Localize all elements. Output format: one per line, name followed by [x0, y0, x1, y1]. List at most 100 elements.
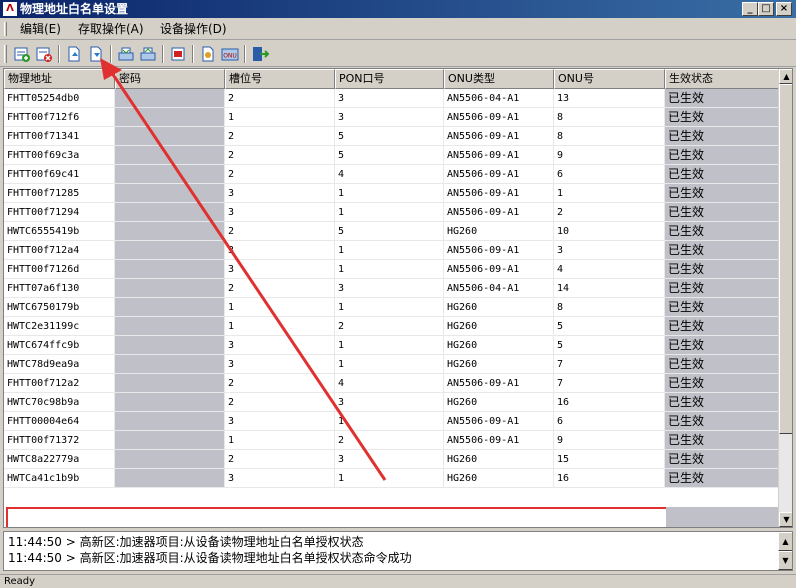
- table-row[interactable]: HWTC6555419b 2 5 HG260 10 已生效: [4, 222, 779, 241]
- scroll-down-button[interactable]: ▼: [779, 512, 792, 527]
- table-cell[interactable]: 5: [335, 127, 444, 146]
- table-cell[interactable]: 已生效: [665, 317, 779, 336]
- new-row-input[interactable]: [8, 509, 666, 527]
- table-cell[interactable]: AN5506-04-A1: [444, 279, 554, 298]
- table-cell[interactable]: 3: [335, 450, 444, 469]
- table-cell[interactable]: 已生效: [665, 222, 779, 241]
- column-header[interactable]: 槽位号: [225, 69, 335, 89]
- table-cell[interactable]: 1: [335, 241, 444, 260]
- table-cell[interactable]: [115, 165, 225, 184]
- table-cell[interactable]: HG260: [444, 355, 554, 374]
- table-row[interactable]: FHTT00f71372 1 2 AN5506-09-A1 9 已生效: [4, 431, 779, 450]
- table-cell[interactable]: 8: [554, 298, 665, 317]
- table-cell[interactable]: [115, 298, 225, 317]
- table-cell[interactable]: 2: [225, 127, 335, 146]
- table-cell[interactable]: 16: [554, 393, 665, 412]
- table-cell[interactable]: 4: [335, 374, 444, 393]
- table-cell[interactable]: AN5506-09-A1: [444, 241, 554, 260]
- table-cell[interactable]: 已生效: [665, 279, 779, 298]
- table-cell[interactable]: 4: [335, 165, 444, 184]
- table-cell[interactable]: 9: [554, 431, 665, 450]
- table-cell[interactable]: 1: [335, 355, 444, 374]
- table-cell[interactable]: HWTCa41c1b9b: [4, 469, 115, 488]
- table-cell[interactable]: [115, 450, 225, 469]
- table-cell[interactable]: [115, 374, 225, 393]
- table-cell[interactable]: 3: [225, 203, 335, 222]
- table-row[interactable]: HWTC78d9ea9a 3 1 HG260 7 已生效: [4, 355, 779, 374]
- table-cell[interactable]: HWTC2e31199c: [4, 317, 115, 336]
- table-row[interactable]: FHTT00004e64 3 1 AN5506-09-A1 6 已生效: [4, 412, 779, 431]
- table-cell[interactable]: HG260: [444, 336, 554, 355]
- table-row[interactable]: FHTT00f71341 2 5 AN5506-09-A1 8 已生效: [4, 127, 779, 146]
- table-cell[interactable]: [115, 89, 225, 108]
- table-cell[interactable]: 3: [225, 355, 335, 374]
- table-cell[interactable]: 3: [335, 108, 444, 127]
- table-cell[interactable]: FHTT00f69c41: [4, 165, 115, 184]
- table-cell[interactable]: HG260: [444, 469, 554, 488]
- table-cell[interactable]: [115, 184, 225, 203]
- table-cell[interactable]: 5: [335, 222, 444, 241]
- table-cell[interactable]: 3: [335, 279, 444, 298]
- table-cell[interactable]: 2: [225, 374, 335, 393]
- table-cell[interactable]: HWTC6555419b: [4, 222, 115, 241]
- table-cell[interactable]: 2: [225, 279, 335, 298]
- table-cell[interactable]: 1: [335, 203, 444, 222]
- table-cell[interactable]: 8: [554, 127, 665, 146]
- table-cell[interactable]: AN5506-09-A1: [444, 165, 554, 184]
- table-cell[interactable]: AN5506-09-A1: [444, 260, 554, 279]
- table-cell[interactable]: 3: [554, 241, 665, 260]
- table-cell[interactable]: [115, 203, 225, 222]
- table-row[interactable]: FHTT00f71294 3 1 AN5506-09-A1 2 已生效: [4, 203, 779, 222]
- table-cell[interactable]: 2: [225, 165, 335, 184]
- close-button[interactable]: ×: [776, 2, 792, 16]
- column-header[interactable]: 密码: [115, 69, 225, 89]
- table-cell[interactable]: HG260: [444, 393, 554, 412]
- table-cell[interactable]: 已生效: [665, 355, 779, 374]
- whitelist-grid[interactable]: 物理地址 密码 槽位号 PON口号 ONU类型 ONU号 生效状态 FHTT05254db0…: [3, 68, 793, 528]
- table-cell[interactable]: [115, 222, 225, 241]
- table-cell[interactable]: HWTC674ffc9b: [4, 336, 115, 355]
- maximize-button[interactable]: □: [758, 2, 774, 16]
- table-cell[interactable]: 已生效: [665, 203, 779, 222]
- table-cell[interactable]: 1: [335, 184, 444, 203]
- table-cell[interactable]: 已生效: [665, 241, 779, 260]
- table-cell[interactable]: 1: [335, 469, 444, 488]
- table-cell[interactable]: HG260: [444, 317, 554, 336]
- table-cell[interactable]: 已生效: [665, 431, 779, 450]
- table-cell[interactable]: 已生效: [665, 108, 779, 127]
- table-cell[interactable]: 3: [225, 336, 335, 355]
- table-cell[interactable]: FHTT00f7126d: [4, 260, 115, 279]
- table-cell[interactable]: AN5506-09-A1: [444, 184, 554, 203]
- table-cell[interactable]: 1: [225, 108, 335, 127]
- table-cell[interactable]: 3: [225, 469, 335, 488]
- table-cell[interactable]: 1: [335, 412, 444, 431]
- table-cell[interactable]: AN5506-09-A1: [444, 412, 554, 431]
- column-header[interactable]: 生效状态: [665, 69, 779, 89]
- table-cell[interactable]: [115, 431, 225, 450]
- add-row-button[interactable]: [12, 44, 32, 64]
- table-cell[interactable]: 已生效: [665, 127, 779, 146]
- table-cell[interactable]: 3: [225, 412, 335, 431]
- scroll-up-button[interactable]: ▲: [779, 69, 792, 84]
- table-cell[interactable]: [115, 127, 225, 146]
- log-scroll-down-button[interactable]: ▼: [778, 551, 792, 570]
- table-cell[interactable]: [115, 393, 225, 412]
- table-cell[interactable]: HG260: [444, 298, 554, 317]
- table-cell[interactable]: 已生效: [665, 89, 779, 108]
- table-row[interactable]: HWTC6750179b 1 1 HG260 8 已生效: [4, 298, 779, 317]
- table-cell[interactable]: 5: [554, 336, 665, 355]
- table-cell[interactable]: FHTT00f71294: [4, 203, 115, 222]
- table-row[interactable]: FHTT00f69c41 2 4 AN5506-09-A1 6 已生效: [4, 165, 779, 184]
- table-cell[interactable]: 6: [554, 412, 665, 431]
- table-cell[interactable]: 1: [335, 336, 444, 355]
- table-cell[interactable]: 已生效: [665, 298, 779, 317]
- table-cell[interactable]: [115, 317, 225, 336]
- table-row[interactable]: HWTCa41c1b9b 3 1 HG260 16 已生效: [4, 469, 779, 488]
- table-cell[interactable]: 已生效: [665, 412, 779, 431]
- table-row[interactable]: FHTT07a6f130 2 3 AN5506-04-A1 14 已生效: [4, 279, 779, 298]
- save-file-button[interactable]: [86, 44, 106, 64]
- onu-button[interactable]: ONU: [220, 44, 240, 64]
- table-cell[interactable]: 3: [225, 184, 335, 203]
- table-cell[interactable]: 2: [335, 317, 444, 336]
- exit-button[interactable]: [250, 44, 270, 64]
